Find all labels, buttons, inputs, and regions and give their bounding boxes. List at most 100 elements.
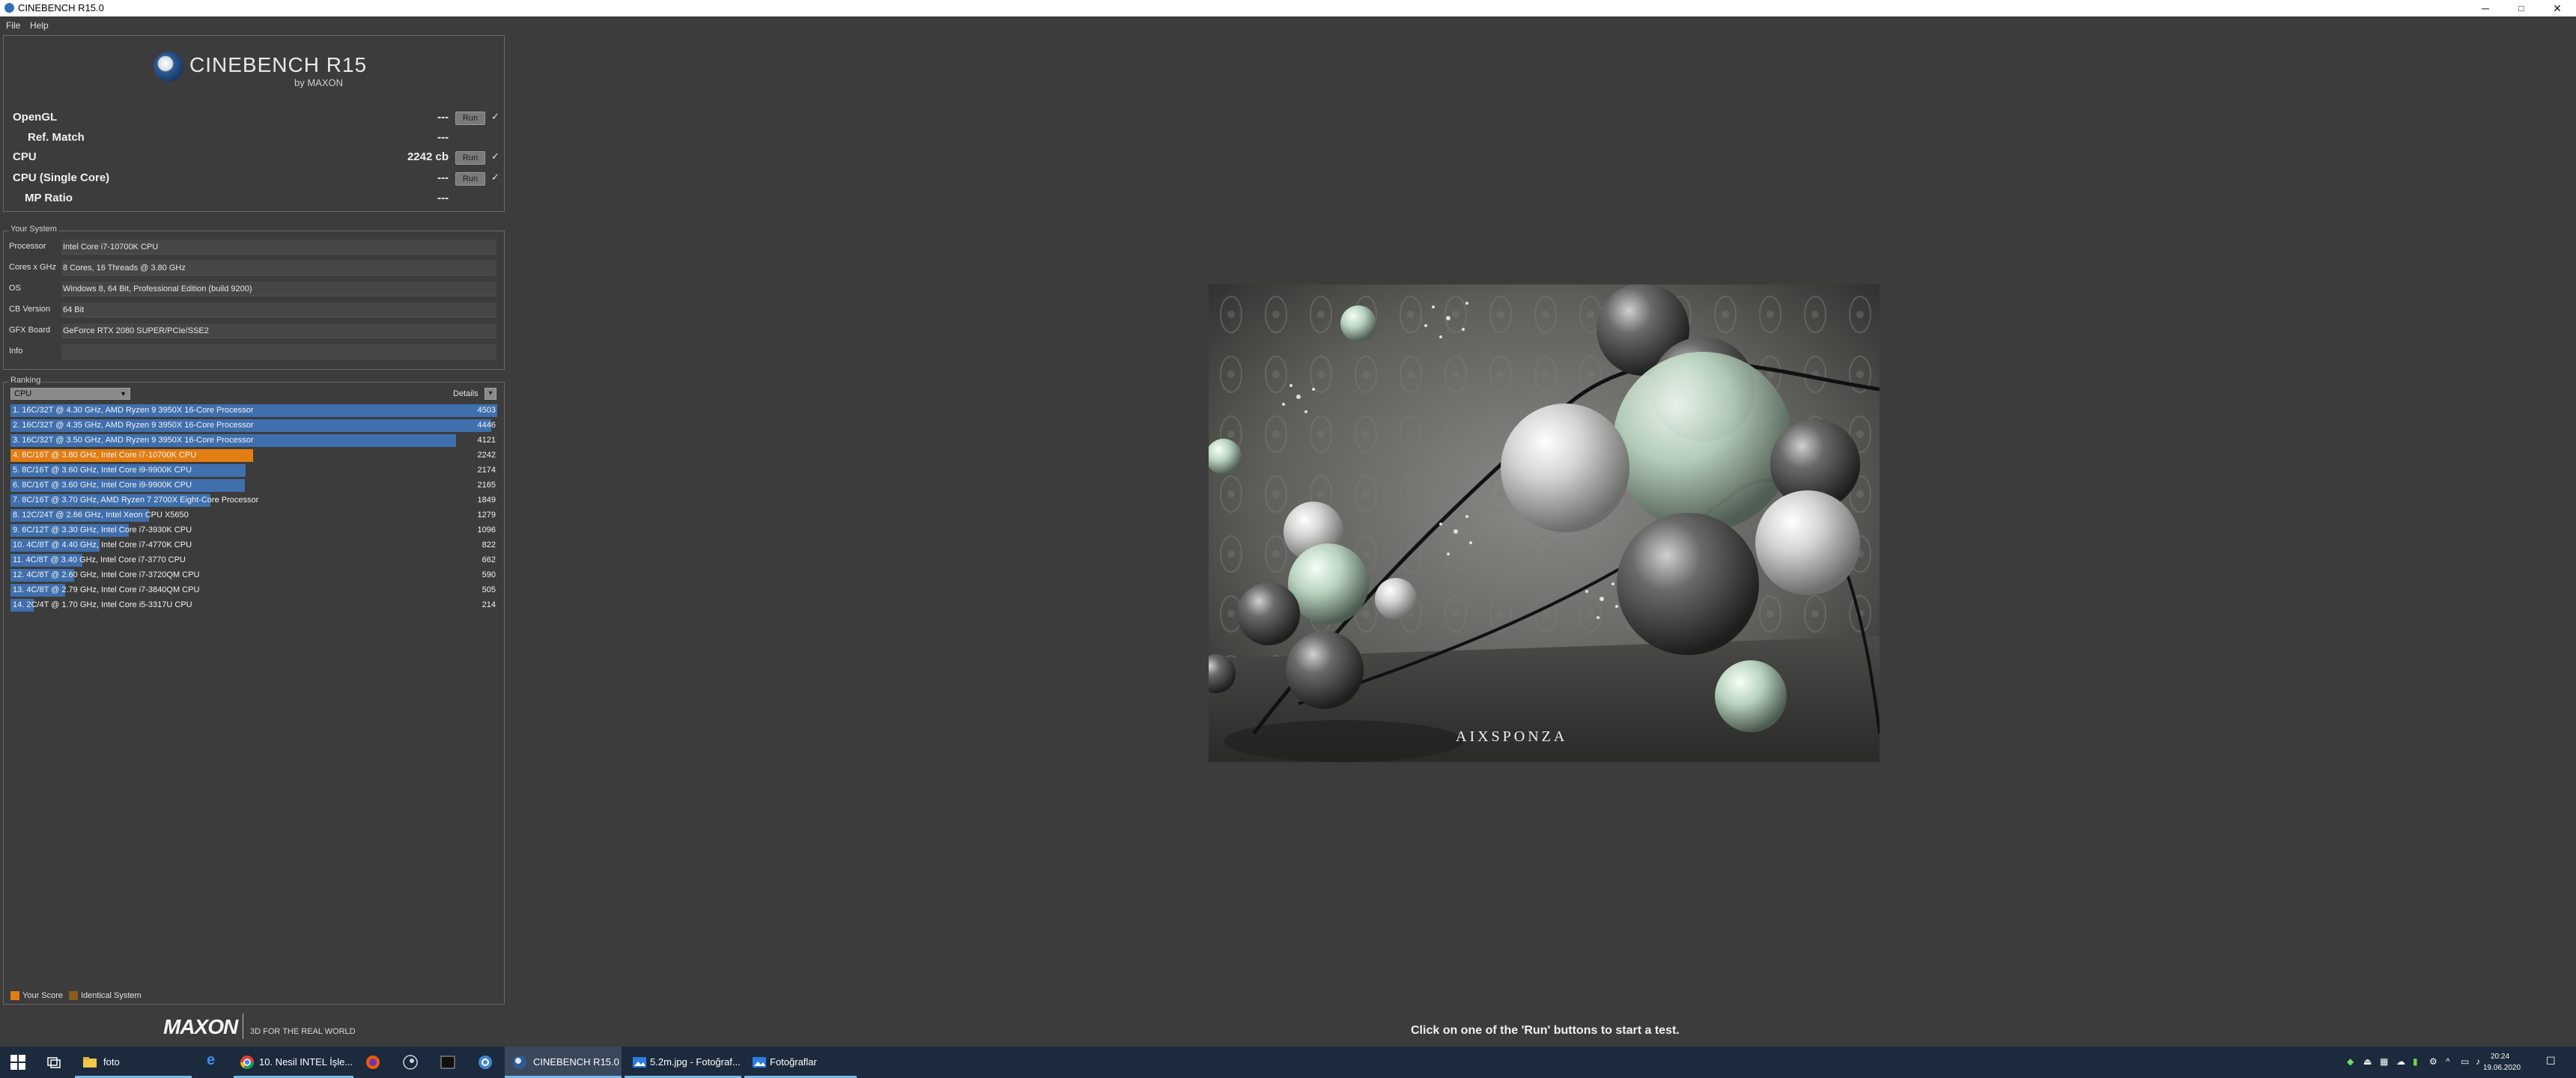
ranking-row[interactable]: 1. 16C/32T @ 4.30 GHz, AMD Ryzen 9 3950X…	[10, 404, 497, 418]
ranking-row[interactable]: 2. 16C/32T @ 4.35 GHz, AMD Ryzen 9 3950X…	[10, 419, 497, 433]
minimize-button[interactable]: ─	[2468, 0, 2503, 16]
info-label: Info	[9, 347, 23, 356]
ranking-row-label: 4. 8C/16T @ 3.80 GHz, Intel Core i7-1070…	[13, 451, 197, 460]
ranking-row-score: 1849	[477, 496, 496, 505]
ranking-row-label: 3. 16C/32T @ 3.50 GHz, AMD Ryzen 9 3950X…	[13, 436, 254, 445]
details-toggle-button[interactable]: ▾	[484, 388, 496, 400]
taskbar-chrome[interactable]: 10. Nesil INTEL İşle...	[234, 1047, 353, 1078]
firefox-icon	[366, 1056, 380, 1069]
tray-chevron-icon[interactable]: ^	[2446, 1056, 2450, 1067]
task-view-button[interactable]	[36, 1047, 72, 1078]
ranking-row-label: 8. 12C/24T @ 2.66 GHz, Intel Xeon CPU X5…	[13, 511, 189, 520]
notification-icon[interactable]: ☐	[2546, 1055, 2556, 1068]
maximize-button[interactable]: □	[2504, 0, 2539, 16]
tray-monitor-icon[interactable]: ▭	[2461, 1056, 2469, 1067]
tray-volume-icon[interactable]: ♪	[2476, 1056, 2480, 1067]
taskbar-firefox[interactable]	[355, 1047, 391, 1078]
menu-bar: File Help	[0, 16, 2576, 33]
chevron-down-icon: ▼	[120, 390, 127, 398]
os-label: OS	[9, 284, 21, 293]
processor-label: Processor	[9, 242, 46, 251]
ranking-row-score: 2242	[477, 451, 496, 460]
cpu-label: CPU	[13, 150, 37, 163]
ranking-row[interactable]: 8. 12C/24T @ 2.66 GHz, Intel Xeon CPU X5…	[10, 509, 497, 523]
ranking-row-score: 2165	[477, 481, 496, 490]
start-button[interactable]	[0, 1047, 36, 1078]
taskbar-app-dark[interactable]	[430, 1047, 466, 1078]
ranking-row[interactable]: 7. 8C/16T @ 3.70 GHz, AMD Ryzen 7 2700X …	[10, 494, 497, 508]
tray-usb-icon[interactable]: ⏏	[2363, 1056, 2372, 1067]
identical-system-legend: Identical System	[81, 991, 142, 1000]
cb-version-field: 64 Bit	[61, 302, 496, 317]
info-field[interactable]	[61, 344, 496, 359]
opengl-run-button[interactable]: Run	[455, 112, 485, 125]
ranking-row[interactable]: 10. 4C/8T @ 4.40 GHz, Intel Core i7-4770…	[10, 539, 497, 552]
ranking-title: Ranking	[9, 376, 43, 385]
menu-file[interactable]: File	[6, 20, 20, 31]
ranking-row-label: 6. 8C/16T @ 3.60 GHz, Intel Core i9-9900…	[13, 481, 192, 490]
menu-help[interactable]: Help	[30, 20, 49, 31]
ranking-select-value: CPU	[14, 389, 32, 398]
app-blue-icon	[479, 1056, 492, 1069]
taskbar-edge[interactable]: e	[196, 1047, 232, 1078]
app-dark-icon	[440, 1056, 455, 1069]
cpu-single-value: ---	[437, 171, 449, 184]
ranking-row[interactable]: 5. 8C/16T @ 3.60 GHz, Intel Core i9-9900…	[10, 464, 497, 478]
ranking-row[interactable]: 4. 8C/16T @ 3.80 GHz, Intel Core i7-1070…	[10, 449, 497, 463]
ranking-row[interactable]: 11. 4C/8T @ 3.40 GHz, Intel Core i7-3770…	[10, 554, 497, 567]
steam-icon	[403, 1055, 418, 1070]
ranking-row-score: 4446	[477, 421, 496, 430]
status-message: Click on one of the 'Run' buttons to sta…	[1411, 1024, 1680, 1037]
cb-version-label: CB Version	[9, 305, 51, 314]
ranking-row[interactable]: 12. 4C/8T @ 2.60 GHz, Intel Core i7-3720…	[10, 569, 497, 582]
tray-shield-icon[interactable]: ◆	[2347, 1056, 2354, 1067]
taskbar-app-blue[interactable]	[467, 1047, 503, 1078]
cpu-single-check-icon[interactable]: ✓	[491, 171, 499, 183]
tray-date[interactable]: 19.06.2020	[2483, 1064, 2521, 1072]
cinebench-logo-icon	[154, 52, 183, 82]
ranking-row-label: 14. 2C/4T @ 1.70 GHz, Intel Core i5-3317…	[13, 600, 192, 609]
mp-ratio-label: MP Ratio	[25, 192, 73, 204]
ranking-row-score: 4503	[477, 406, 496, 415]
logo-name: CINEBENCH R15	[189, 53, 368, 76]
tray-nvidia-icon[interactable]: ▮	[2413, 1056, 2418, 1067]
cinebench-icon	[513, 1056, 526, 1069]
ranking-select[interactable]: CPU ▼	[10, 388, 130, 400]
ranking-row[interactable]: 3. 16C/32T @ 3.50 GHz, AMD Ryzen 9 3950X…	[10, 434, 497, 448]
edge-icon: e	[207, 1052, 216, 1068]
tray-time[interactable]: 20:24	[2491, 1053, 2509, 1061]
cpu-single-run-button[interactable]: Run	[455, 172, 485, 186]
taskbar-photos-2-label: Fotoğraflar	[770, 1056, 817, 1068]
ranking-row-score: 1279	[477, 511, 496, 520]
cpu-check-icon[interactable]: ✓	[491, 150, 499, 162]
maxon-tagline: 3D FOR THE REAL WORLD	[250, 1027, 356, 1036]
tray-gear-icon[interactable]: ⚙	[2429, 1056, 2437, 1067]
close-button[interactable]: ✕	[2540, 0, 2575, 16]
ranking-row[interactable]: 13. 4C/8T @ 2.79 GHz, Intel Core i7-3840…	[10, 584, 497, 597]
windows-taskbar: foto e 10. Nesil INTEL İşle... CINEBENCH…	[0, 1047, 2576, 1078]
taskbar-cinebench[interactable]: CINEBENCH R15.0	[505, 1047, 622, 1078]
taskbar-photos-1[interactable]: 5.2m.jpg - Fotoğraf...	[625, 1047, 741, 1078]
taskbar-photos-2[interactable]: Fotoğraflar	[744, 1047, 857, 1078]
your-system-container: Your System Processor Intel Core i7-1070…	[3, 225, 505, 395]
ref-match-value: ---	[437, 131, 449, 144]
ranking-row-label: 5. 8C/16T @ 3.60 GHz, Intel Core i9-9900…	[13, 466, 192, 475]
ranking-row[interactable]: 9. 6C/12T @ 3.30 GHz, Intel Core i7-3930…	[10, 524, 497, 538]
tray-network-icon[interactable]: ▦	[2380, 1056, 2388, 1067]
ranking-row-score: 2174	[477, 466, 496, 475]
ranking-row-score: 590	[482, 570, 496, 579]
processor-field: Intel Core i7-10700K CPU	[61, 240, 496, 255]
taskbar-steam[interactable]	[392, 1047, 428, 1078]
cpu-run-button[interactable]: Run	[455, 151, 485, 165]
taskbar-explorer-label: foto	[103, 1056, 120, 1068]
taskbar-explorer[interactable]: foto	[75, 1047, 192, 1078]
ranking-row[interactable]: 14. 2C/4T @ 1.70 GHz, Intel Core i5-3317…	[10, 599, 497, 612]
ranking-row[interactable]: 6. 8C/16T @ 3.60 GHz, Intel Core i9-9900…	[10, 479, 497, 493]
your-system-title: Your System	[9, 225, 58, 234]
window-title-bar: CINEBENCH R15.0 ─ □ ✕	[0, 0, 2576, 16]
cores-label: Cores x GHz	[9, 263, 56, 272]
render-watermark: AIXSPONZA	[1456, 728, 1567, 745]
identical-system-swatch	[69, 991, 78, 1000]
tray-cloud-icon[interactable]: ☁	[2396, 1056, 2405, 1067]
opengl-check-icon[interactable]: ✓	[491, 111, 499, 123]
